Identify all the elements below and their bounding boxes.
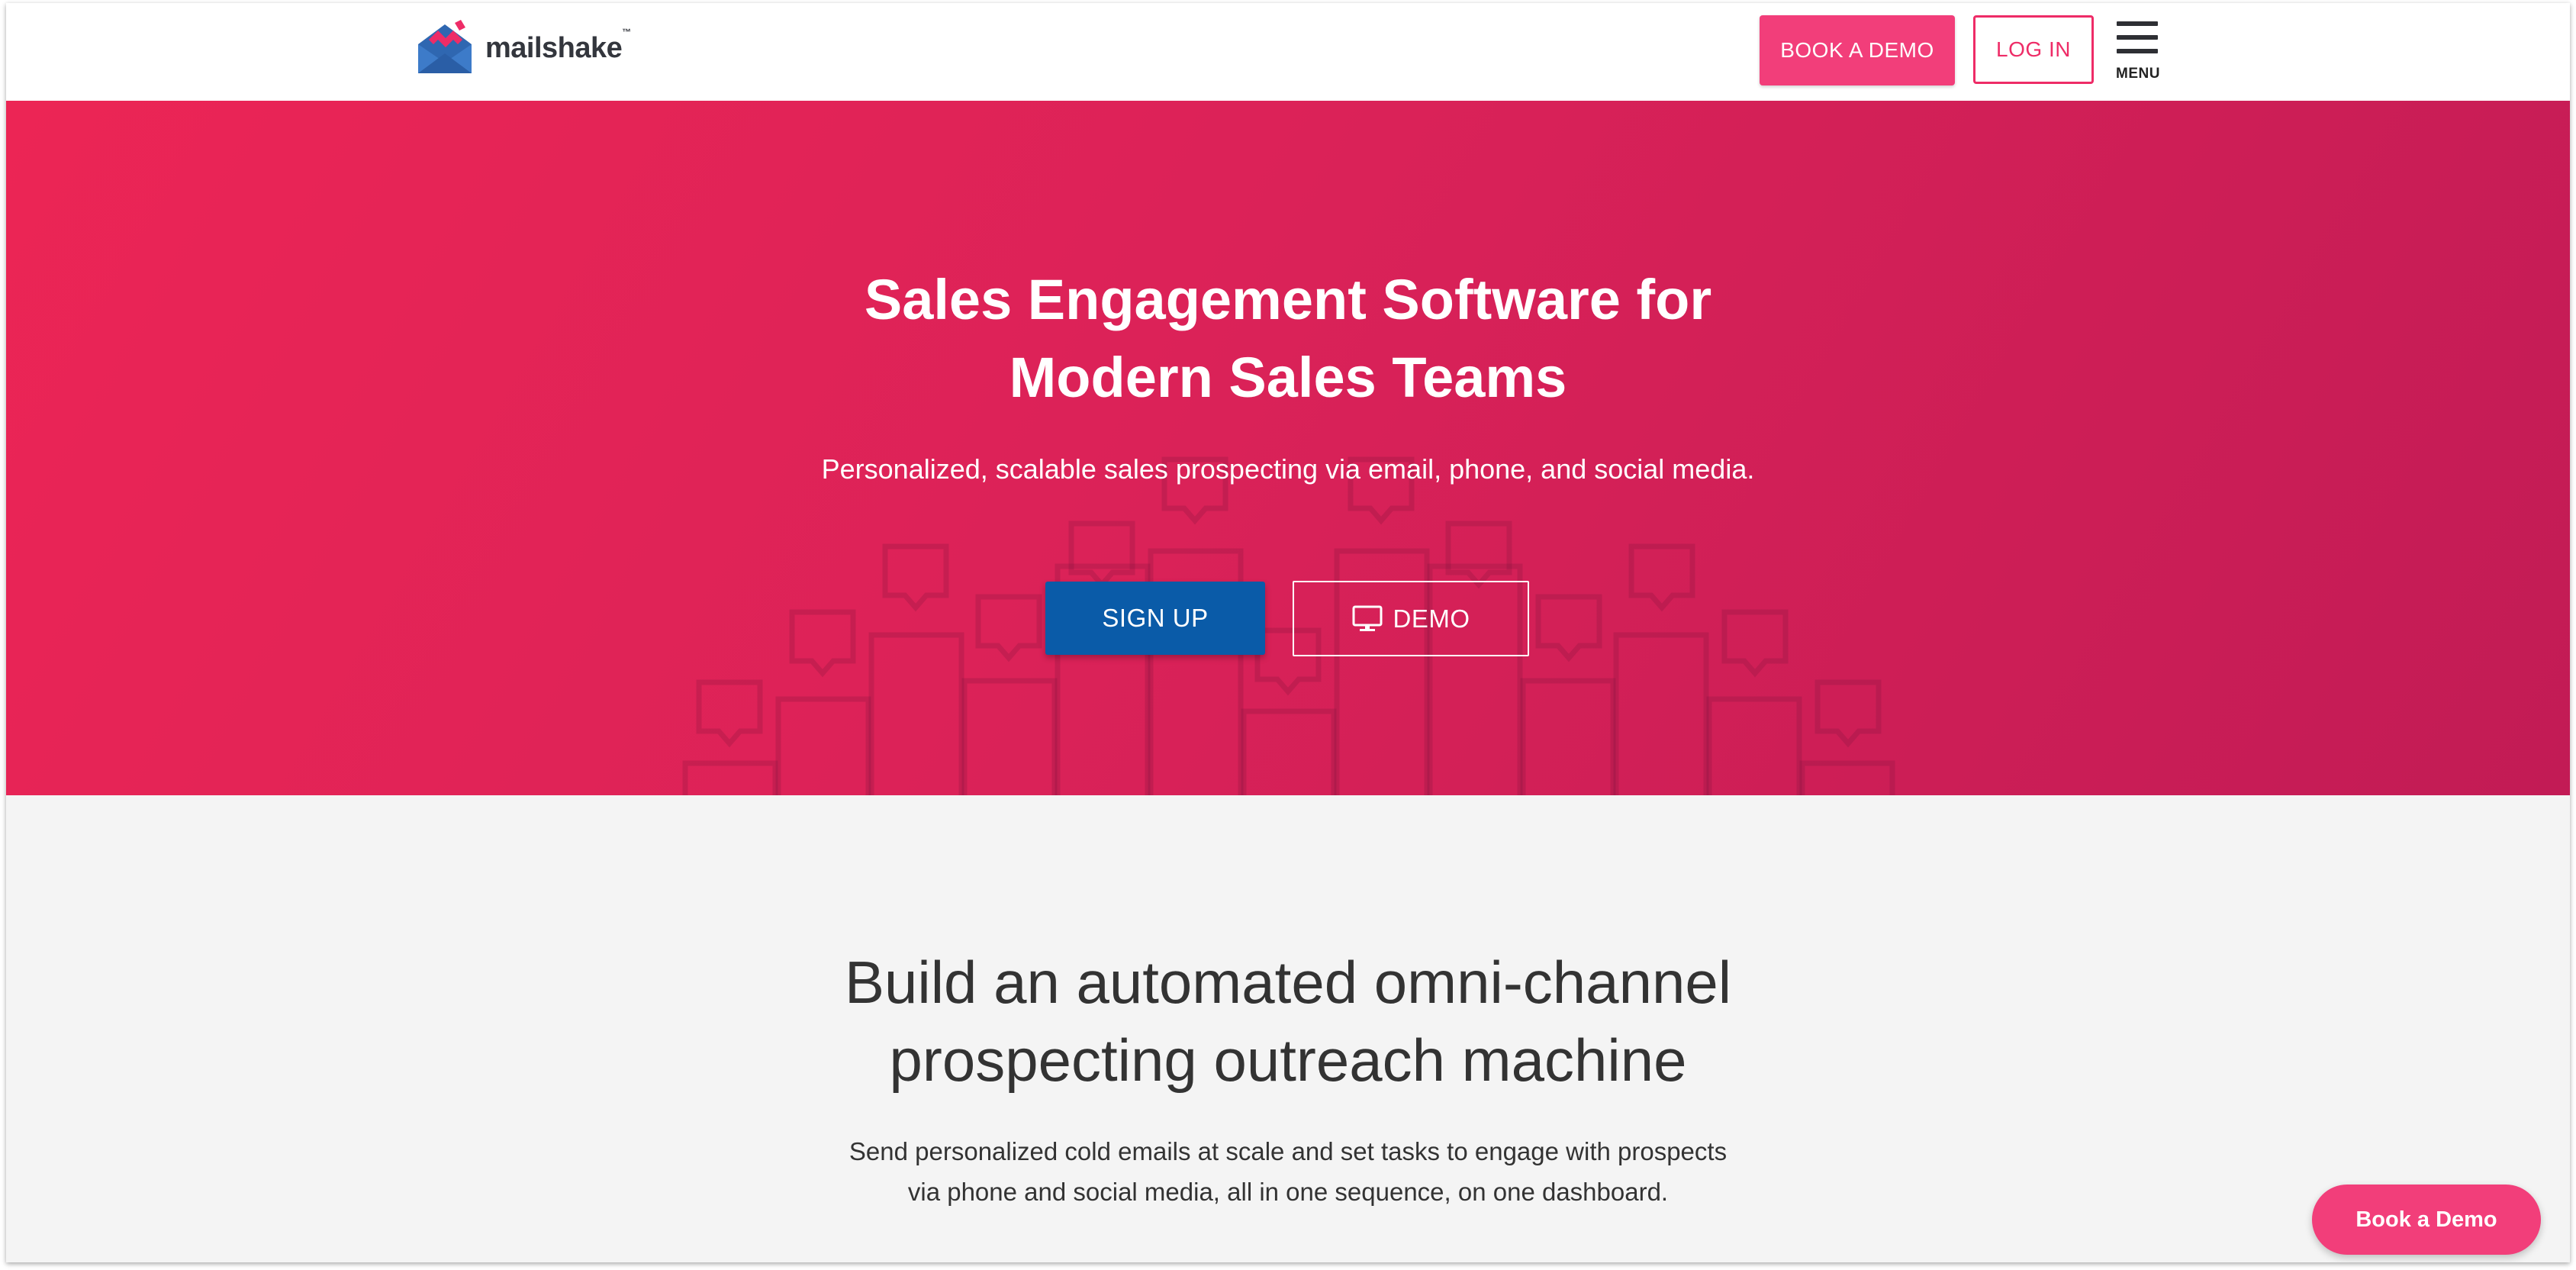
sign-up-button[interactable]: SIGN UP [1045,582,1265,655]
section-description-line-2: via phone and social media, all in one s… [907,1178,1669,1206]
floating-book-demo-button[interactable]: Book a Demo [2312,1185,2541,1255]
section-description: Send personalized cold emails at scale a… [769,1131,1807,1212]
section-description-line-1: Send personalized cold emails at scale a… [848,1137,1728,1165]
section-title: Build an automated omni-channel prospect… [525,943,2051,1099]
bar-chart-decoration-icon [682,456,1895,795]
hamburger-icon-bar [2117,35,2158,40]
book-demo-button[interactable]: BOOK A DEMO [1760,15,1955,85]
monitor-icon [1352,605,1383,633]
hero-section: Sales Engagement Software for Modern Sal… [6,101,2570,795]
menu-button[interactable]: MENU [2115,18,2161,82]
hero-title-line-1: Sales Engagement Software for [864,268,1712,331]
mailshake-logo-icon [418,20,472,73]
hero-title: Sales Engagement Software for Modern Sal… [525,261,2051,417]
hero-subtitle: Personalized, scalable sales prospecting… [821,453,1755,485]
site-header: mailshake™ BOOK A DEMO LOG IN MENU [6,3,2570,101]
login-button[interactable]: LOG IN [1973,15,2094,84]
hamburger-icon-bar [2117,49,2158,53]
hamburger-icon [2117,21,2158,26]
menu-label: MENU [2116,66,2160,82]
logo-text: mailshake™ [485,27,631,64]
section-title-line-1: Build an automated omni-channel [844,949,1732,1016]
demo-button[interactable]: DEMO [1293,581,1529,656]
page-frame: mailshake™ BOOK A DEMO LOG IN MENU Sales… [6,3,2570,1262]
demo-button-label: DEMO [1393,604,1470,633]
section-title-line-2: prospecting outreach machine [889,1027,1687,1094]
mailshake-logo[interactable]: mailshake™ [415,18,644,78]
hero-title-line-2: Modern Sales Teams [1009,346,1567,409]
